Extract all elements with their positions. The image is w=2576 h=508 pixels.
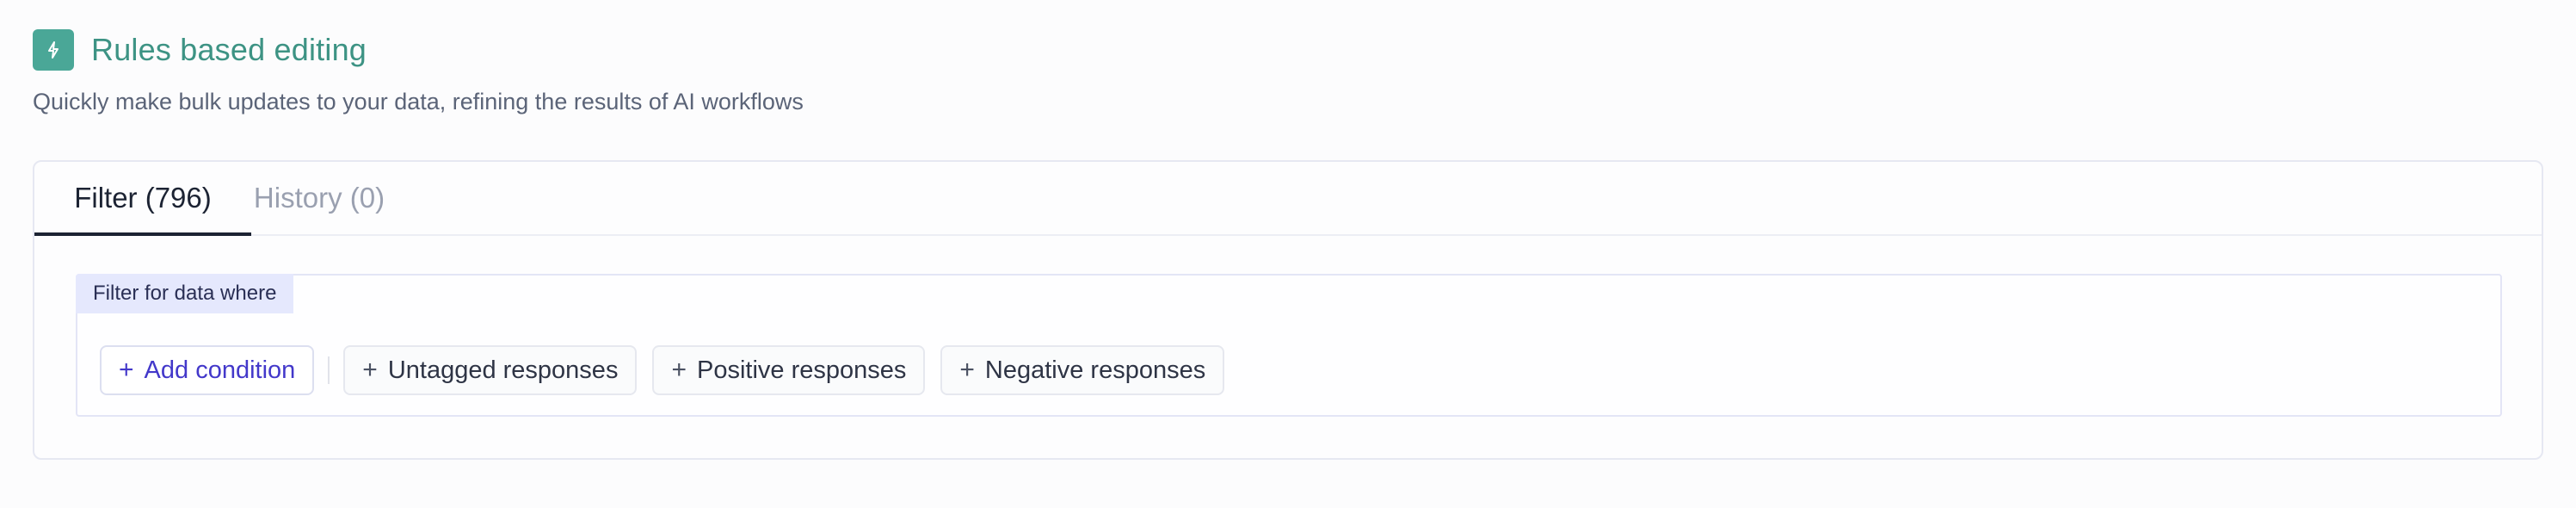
add-condition-button[interactable]: + Add condition: [100, 345, 315, 395]
page-title: Rules based editing: [91, 32, 367, 67]
page-subtitle: Quickly make bulk updates to your data, …: [33, 89, 804, 115]
tab-history[interactable]: History (0): [251, 162, 387, 234]
plus-icon: +: [671, 356, 687, 384]
untagged-responses-label: Untagged responses: [387, 356, 619, 384]
lightning-icon: [33, 29, 74, 71]
negative-responses-button[interactable]: + Negative responses: [940, 345, 1225, 395]
add-condition-label: Add condition: [144, 356, 296, 384]
chip-divider: [328, 356, 330, 384]
negative-responses-label: Negative responses: [984, 356, 1206, 384]
filter-chip-row: + Add condition + Untagged responses + P…: [100, 344, 1240, 396]
tab-filter[interactable]: Filter (796): [34, 162, 251, 236]
page-header: Rules based editing: [33, 29, 367, 71]
positive-responses-button[interactable]: + Positive responses: [652, 345, 926, 395]
untagged-responses-button[interactable]: + Untagged responses: [343, 345, 638, 395]
rules-editing-page: Rules based editing Quickly make bulk up…: [0, 0, 2576, 508]
tab-bar: Filter (796) History (0): [34, 162, 2542, 236]
positive-responses-label: Positive responses: [696, 356, 907, 384]
filter-box: Filter for data where + Add condition + …: [76, 274, 2502, 417]
plus-icon: +: [959, 356, 975, 384]
rules-panel: Filter (796) History (0) Filter for data…: [33, 160, 2543, 460]
filter-label: Filter for data where: [76, 274, 294, 313]
plus-icon: +: [362, 356, 378, 384]
plus-icon: +: [119, 356, 134, 384]
